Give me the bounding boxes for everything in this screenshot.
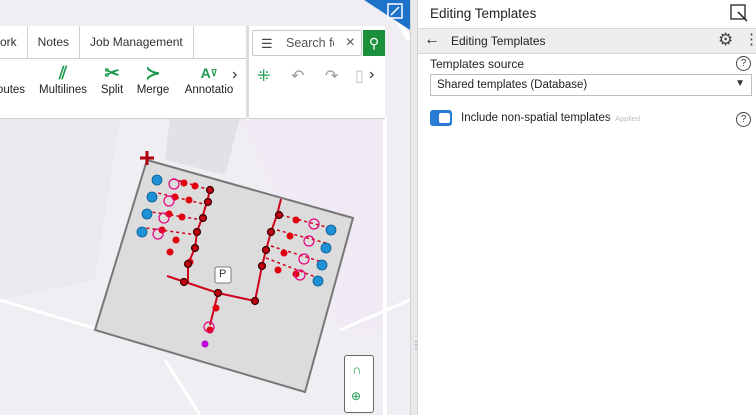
map-tool-buttons: ∩ ⊕	[344, 355, 374, 413]
chevron-right-icon[interactable]: ›	[369, 66, 374, 84]
editing-templates-panel: Editing Templates ← Editing Templates ⚙ …	[418, 0, 756, 415]
routes-label: outes	[0, 84, 26, 96]
tab-notes[interactable]: Notes	[28, 26, 81, 58]
subheader-title: Editing Templates	[451, 34, 546, 48]
ribbon-tabs: ork Notes Job Management	[0, 26, 246, 59]
annotation-button[interactable]: A ⊽ Annotatio	[182, 62, 236, 96]
redo-icon[interactable]: ↷	[325, 66, 338, 86]
split-button[interactable]: ✂ Split	[98, 62, 126, 97]
grip-icon: ⋮	[411, 340, 421, 351]
search-icon: ⚲	[368, 35, 380, 51]
panel-title: Editing Templates	[430, 6, 537, 21]
templates-source-value: Shared templates (Database)	[437, 79, 588, 91]
add-feature-icon[interactable]: ⁜	[257, 66, 270, 86]
help-icon[interactable]: ?	[736, 56, 751, 71]
ribbon: ork Notes Job Management outes ⫽ Multili…	[0, 26, 246, 119]
tab-job-management[interactable]: Job Management	[80, 26, 194, 58]
merge-icon: ≻	[145, 62, 161, 83]
include-non-spatial-toggle[interactable]	[430, 110, 452, 126]
merge-label: Merge	[136, 84, 170, 96]
search-box[interactable]: ☰ Search fo ×	[252, 30, 362, 56]
routes-icon	[0, 62, 26, 84]
search-button[interactable]: ⚲	[363, 30, 385, 56]
routes-button[interactable]: outes	[0, 62, 26, 96]
multilines-label: Multilines	[39, 84, 87, 96]
back-arrow-icon[interactable]: ←	[424, 31, 440, 49]
templates-source-select[interactable]: Shared templates (Database) ▼	[430, 74, 752, 96]
templates-source-label: Templates source	[430, 57, 525, 71]
pop-out-icon[interactable]	[730, 4, 748, 22]
annotation-icon: A ⊽	[200, 65, 218, 81]
merge-button[interactable]: ≻ Merge	[136, 62, 170, 97]
chevron-right-icon[interactable]: ›	[232, 66, 237, 84]
applied-status: ✓ Applied	[607, 114, 640, 123]
scissors-icon: ✂	[104, 62, 120, 83]
snapping-icon[interactable]: ∩	[352, 362, 361, 377]
search-pane: ☰ Search fo × ⚲ ⁜ ↶ ↷ ▯ ›	[249, 26, 385, 119]
filter-icon[interactable]: ☰	[261, 36, 273, 52]
help-icon[interactable]: ?	[736, 112, 751, 127]
tab-network[interactable]: ork	[0, 26, 28, 58]
multilines-icon: ⫽	[58, 62, 68, 83]
undo-icon[interactable]: ↶	[291, 66, 304, 86]
save-icon[interactable]: ▯	[355, 66, 364, 86]
applied-text: Applied	[614, 114, 640, 123]
panel-splitter[interactable]: ⋮	[410, 0, 421, 415]
ribbon-tools: outes ⫽ Multilines ✂ Split ≻ Merge A ⊽ An…	[0, 62, 246, 102]
search-input[interactable]: Search fo	[286, 36, 334, 50]
multilines-button[interactable]: ⫽ Multilines	[38, 62, 88, 97]
panel-subheader: ← Editing Templates ⚙ ⋮	[418, 28, 756, 54]
trace-icon[interactable]: ⊕	[351, 389, 361, 403]
clear-icon[interactable]: ×	[346, 34, 355, 52]
annotation-label: Annotatio	[184, 84, 234, 96]
toggle-label: Include non-spatial templates	[461, 112, 611, 124]
more-options-icon[interactable]: ⋮	[744, 30, 756, 48]
gear-icon[interactable]: ⚙	[718, 30, 733, 50]
split-label: Split	[100, 84, 124, 96]
parking-marker-label: P	[219, 268, 227, 280]
chevron-down-icon: ▼	[735, 78, 745, 89]
